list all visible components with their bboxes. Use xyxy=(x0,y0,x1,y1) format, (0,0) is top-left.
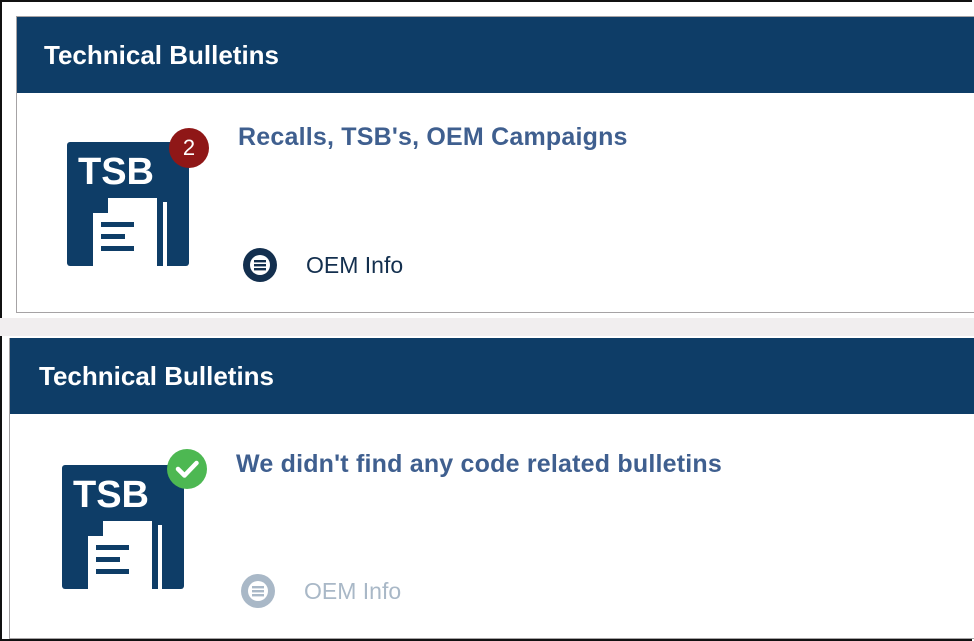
list-circle-icon xyxy=(243,248,277,282)
card-header-title: Technical Bulletins xyxy=(39,360,275,391)
tsb-document-icon: TSB xyxy=(67,142,189,266)
check-badge xyxy=(167,449,207,489)
list-circle-icon xyxy=(241,574,275,608)
tsb-icon-label: TSB xyxy=(73,474,149,516)
check-icon xyxy=(175,460,199,478)
frame-gap xyxy=(0,318,974,336)
card-header: Technical Bulletins xyxy=(17,17,974,93)
tsb-document-icon: TSB xyxy=(62,465,184,589)
technical-bulletins-card: Technical Bulletins TSB 2 Recalls, TSB's… xyxy=(16,16,974,313)
oem-info-button[interactable]: OEM Info xyxy=(242,247,403,283)
tsb-icon-label: TSB xyxy=(78,151,154,193)
recalls-tsb-link[interactable]: Recalls, TSB's, OEM Campaigns xyxy=(238,123,628,152)
bulletin-count-badge: 2 xyxy=(169,128,209,168)
technical-bulletins-card: Technical Bulletins TSB We didn't find a… xyxy=(9,338,974,639)
no-bulletins-message: We didn't find any code related bulletin… xyxy=(236,450,722,478)
oem-info-label: OEM Info xyxy=(304,577,402,604)
card-header: Technical Bulletins xyxy=(10,338,974,414)
oem-info-button-disabled: OEM Info xyxy=(240,573,401,609)
card-header-title: Technical Bulletins xyxy=(44,39,280,70)
oem-info-label: OEM Info xyxy=(306,251,404,278)
